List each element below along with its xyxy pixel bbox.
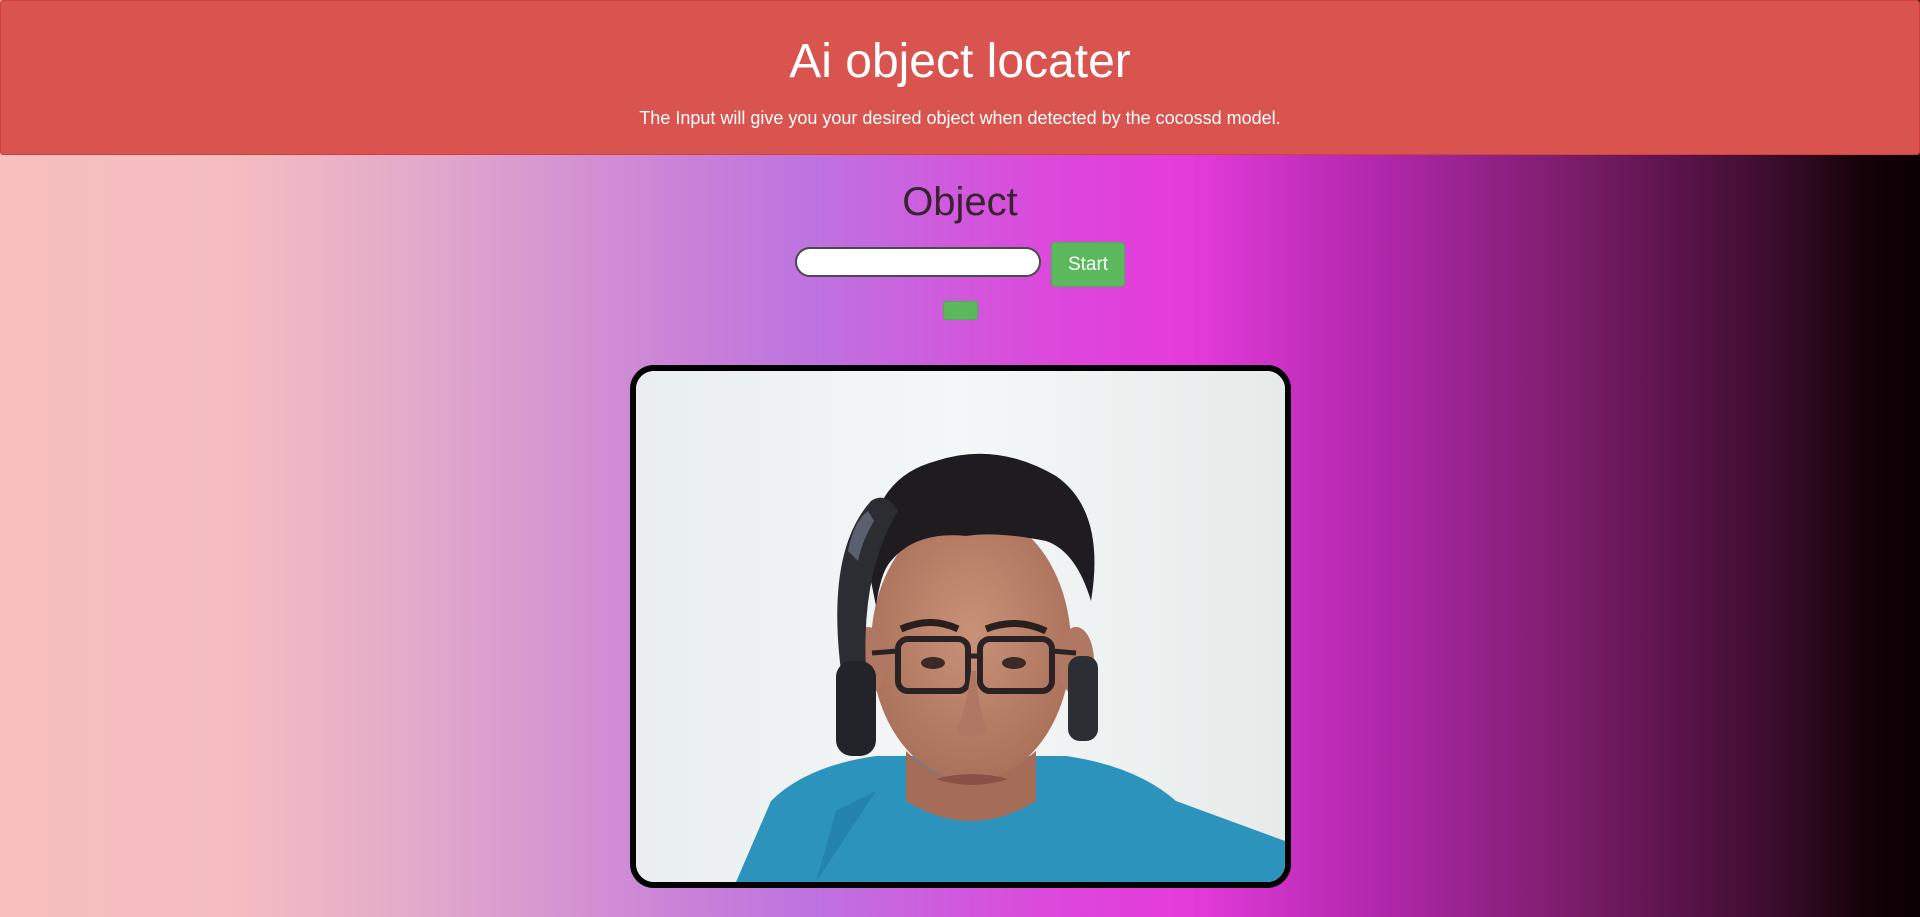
webcam-person-image <box>636 371 1285 882</box>
object-heading: Object <box>902 180 1018 224</box>
page-subtitle: The Input will give you your desired obj… <box>639 108 1281 128</box>
webcam-video <box>630 365 1291 888</box>
start-button[interactable]: Start <box>1051 242 1125 287</box>
page-header: Ai object locater The Input will give yo… <box>0 0 1920 155</box>
secondary-button[interactable] <box>943 301 978 320</box>
object-input[interactable] <box>795 247 1041 277</box>
page-title: Ai object locater <box>789 35 1131 88</box>
